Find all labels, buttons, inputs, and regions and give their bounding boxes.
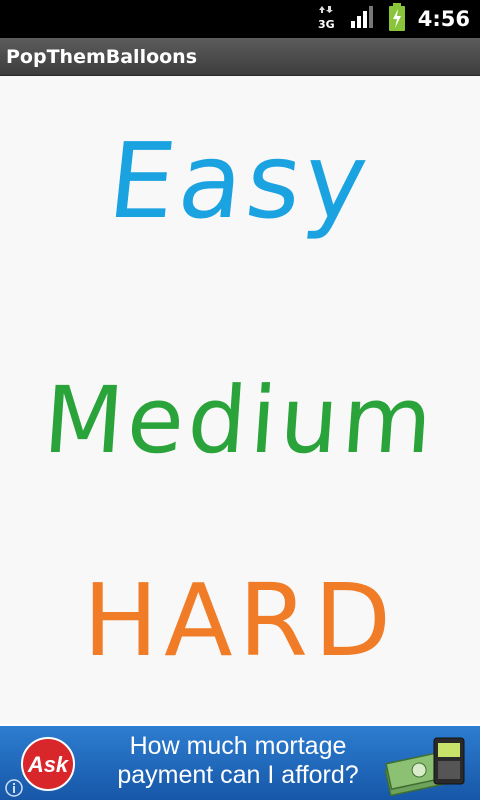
screen: 3G 4:56 PopThemBalloons Easy Medium HARD… bbox=[0, 0, 480, 800]
ad-text: How much mortage payment can I afford? bbox=[98, 732, 378, 790]
ad-banner[interactable]: Ask How much mortage payment can I affor… bbox=[0, 726, 480, 800]
money-phone-icon bbox=[384, 737, 465, 796]
ad-line-2: payment can I afford? bbox=[117, 761, 359, 789]
signal-icon bbox=[350, 5, 376, 33]
app-title-bar: PopThemBalloons bbox=[0, 38, 480, 76]
status-bar: 3G 4:56 bbox=[0, 0, 480, 38]
ask-logo-icon: Ask bbox=[21, 737, 75, 791]
ask-logo-text: Ask bbox=[27, 752, 70, 777]
info-icon[interactable] bbox=[4, 778, 24, 798]
difficulty-menu: Easy Medium HARD bbox=[0, 76, 480, 724]
data-transfer-icon: 3G bbox=[316, 4, 338, 34]
ad-line-1: How much mortage bbox=[129, 732, 347, 760]
hard-button[interactable]: HARD bbox=[0, 546, 480, 696]
network-type-label: 3G bbox=[318, 18, 335, 30]
app-title: PopThemBalloons bbox=[6, 45, 198, 68]
battery-charging-icon bbox=[388, 3, 406, 35]
status-time: 4:56 bbox=[417, 7, 470, 31]
easy-button[interactable]: Easy bbox=[0, 96, 480, 266]
medium-button[interactable]: Medium bbox=[0, 346, 480, 496]
